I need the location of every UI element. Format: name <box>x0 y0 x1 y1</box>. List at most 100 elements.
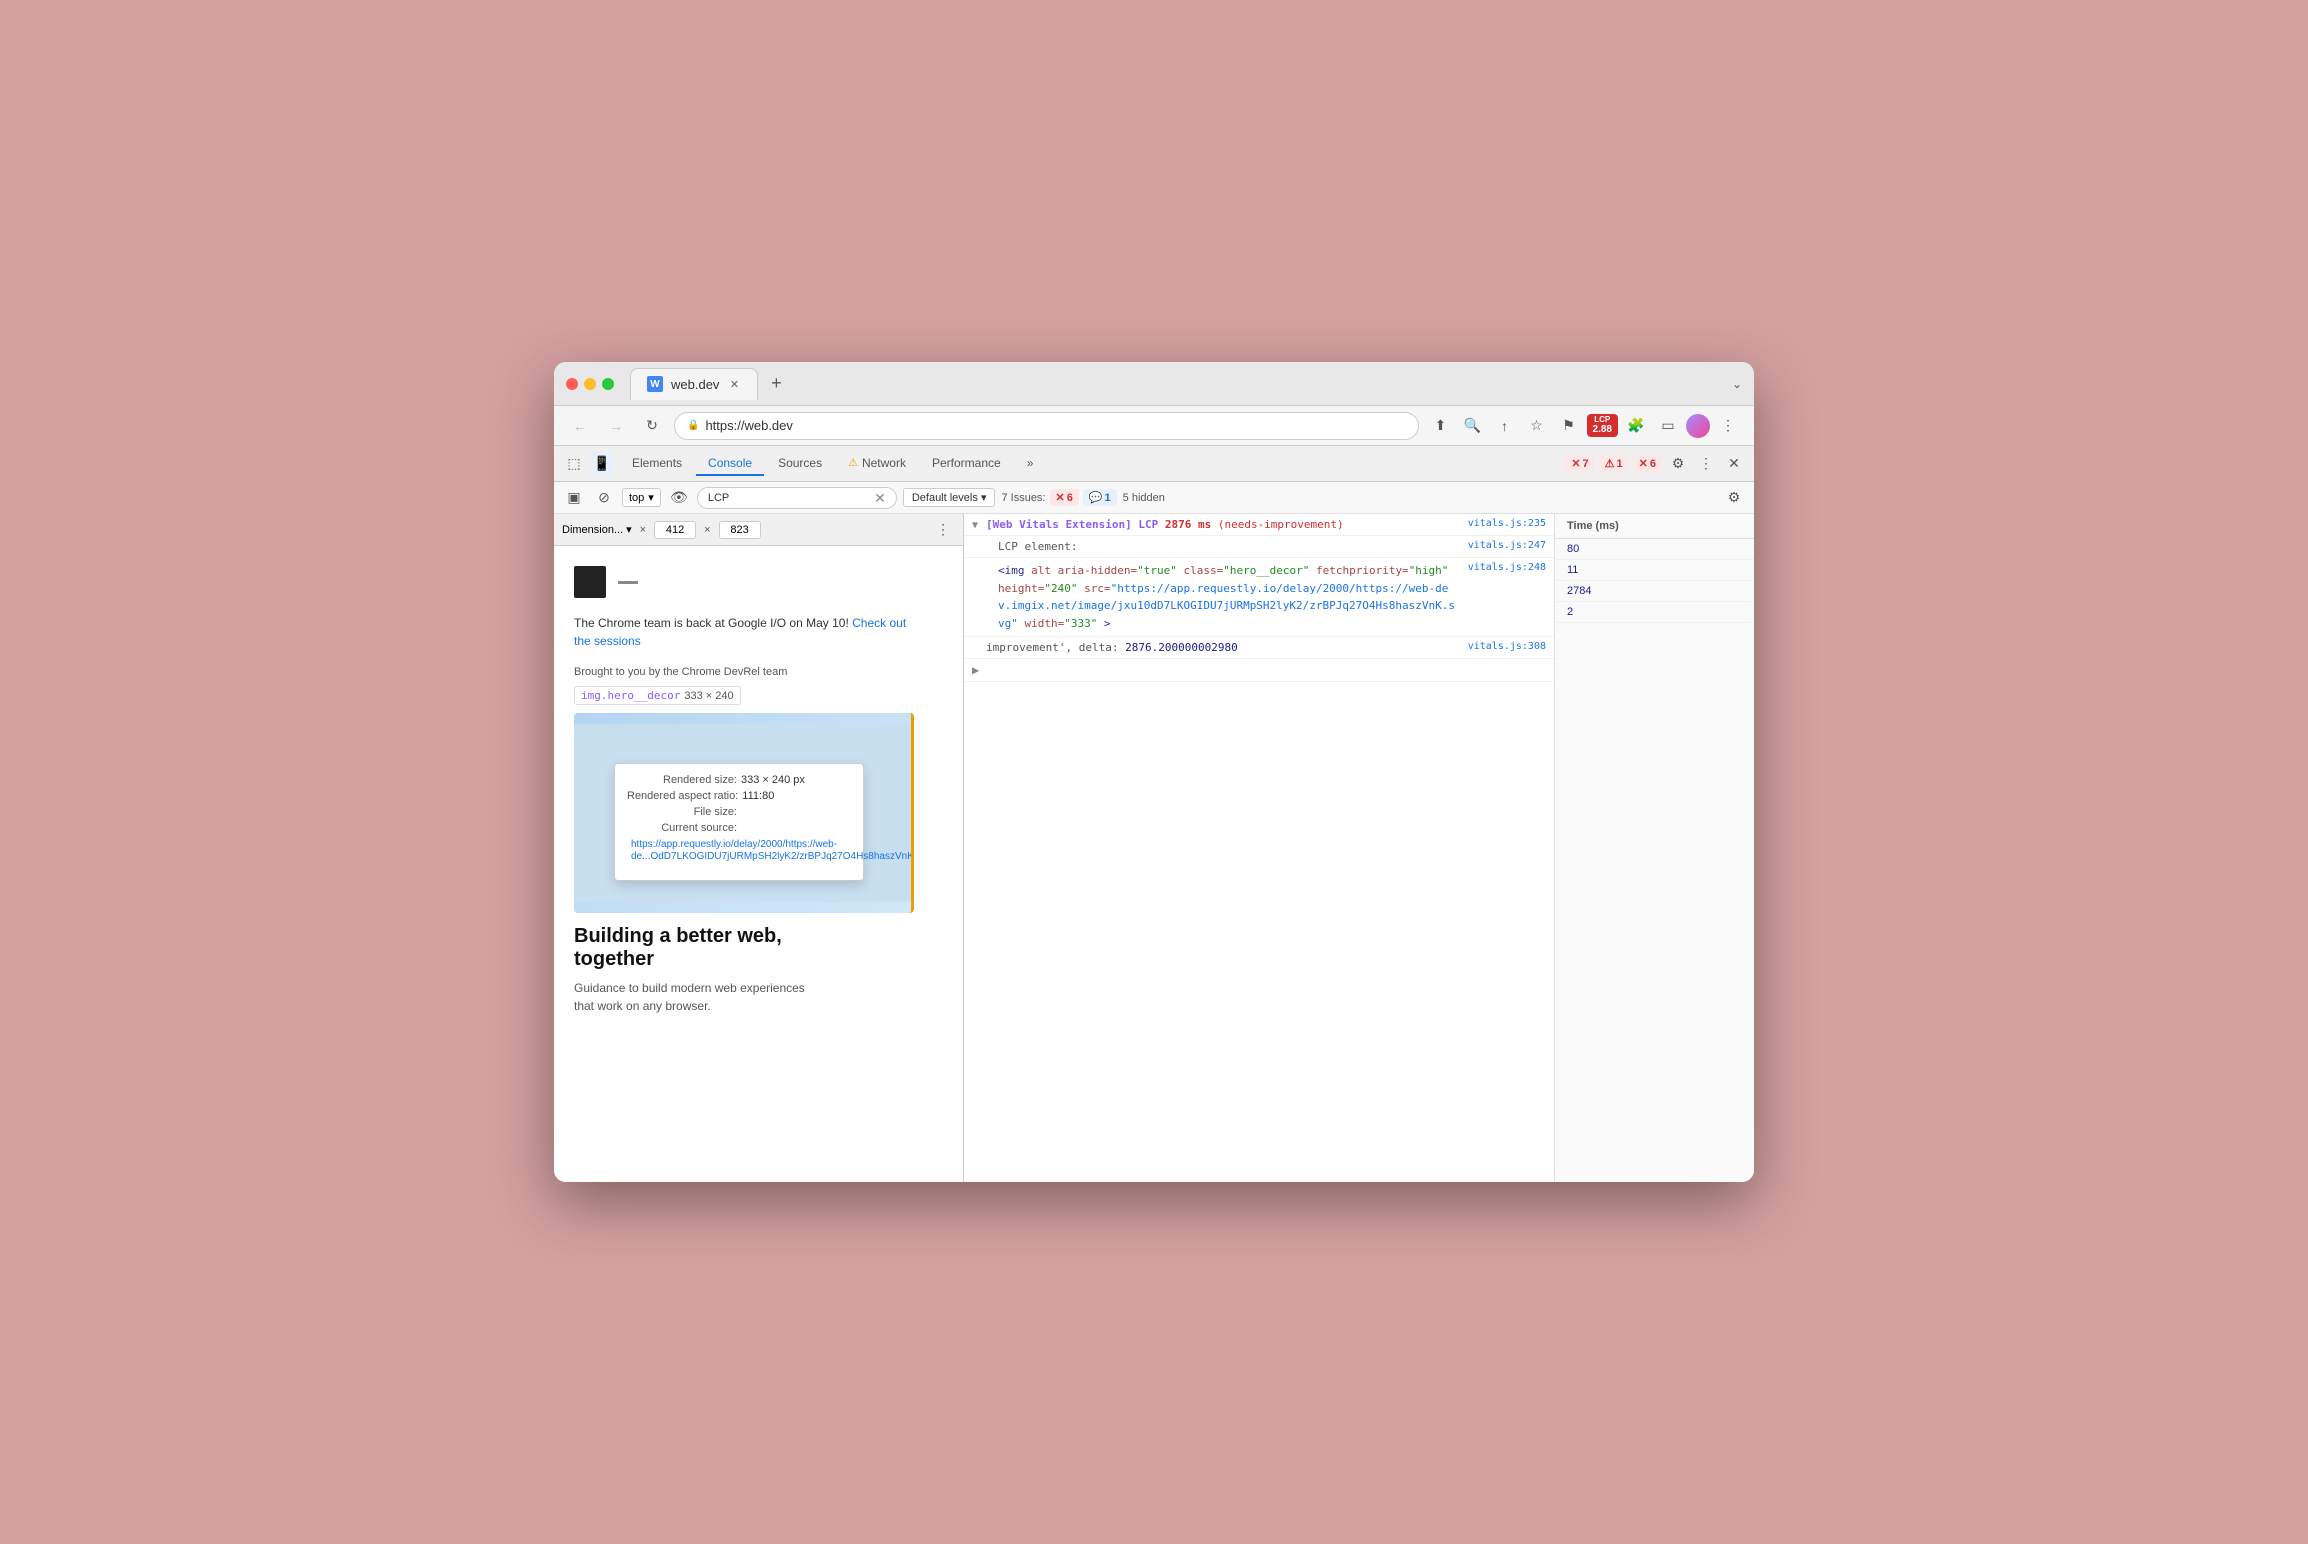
tab-more[interactable]: » <box>1015 452 1046 476</box>
devtools-close-button[interactable]: ✕ <box>1722 452 1746 476</box>
attr-height-val: "240" <box>1044 582 1084 595</box>
network-warning-icon: ⚠ <box>848 456 858 469</box>
log-content-delta: improvement', delta: 2876.200000002980 <box>986 641 1460 654</box>
levels-button[interactable]: Default levels ▾ <box>903 488 996 507</box>
tab-elements[interactable]: Elements <box>620 452 694 476</box>
time-row-4[interactable]: 2 <box>1555 602 1754 623</box>
tooltip-source-value-row: https://app.requestly.io/delay/2000/http… <box>627 838 914 862</box>
tab-close-button[interactable]: ✕ <box>727 377 741 391</box>
console-sidebar-button[interactable]: ▣ <box>562 486 586 510</box>
nav-bar: ← → ↻ 🔒 https://web.dev ⬆ 🔍 ↑ ☆ ⚑ LCP 2.… <box>554 406 1754 446</box>
sidebar-button[interactable]: ▭ <box>1654 412 1682 440</box>
share-button[interactable]: ↑ <box>1491 412 1519 440</box>
forward-button[interactable]: → <box>602 412 630 440</box>
avatar[interactable] <box>1686 414 1710 438</box>
dimension-selector[interactable]: Dimension... ▾ <box>562 523 632 536</box>
lcp-badge: LCP 2.88 <box>1587 414 1618 438</box>
tab-network[interactable]: ⚠ Network <box>836 452 918 476</box>
more-button[interactable]: ⋮ <box>1714 412 1742 440</box>
error-icon: ✕ <box>1571 457 1580 470</box>
log-entry-lcp: ▼ [Web Vitals Extension] LCP 2876 ms (ne… <box>964 514 1554 536</box>
info-icon: ✕ <box>1639 457 1648 470</box>
attr-alt: alt <box>1031 564 1058 577</box>
source-label: Current source: <box>627 822 737 834</box>
tooltip-source-row: Current source: <box>627 822 914 834</box>
browser-window: W web.dev ✕ + ⌄ ← → ↻ 🔒 https://web.dev … <box>554 362 1754 1182</box>
attr-height: height= <box>998 582 1044 595</box>
img-tag-label: img.hero__decor 333 × 240 <box>574 686 914 713</box>
traffic-lights <box>566 378 614 390</box>
page-title: Building a better web,together <box>574 925 914 971</box>
tab-title: web.dev <box>671 377 719 392</box>
minimize-button[interactable] <box>584 378 596 390</box>
log-source-308[interactable]: vitals.js:308 <box>1468 641 1546 652</box>
dim-separator-2: × <box>704 524 710 536</box>
console-stop-button[interactable]: ⊘ <box>592 486 616 510</box>
attr-class: class= <box>1184 564 1224 577</box>
new-tab-button[interactable]: + <box>762 370 790 398</box>
log-prefix: [Web Vitals Extension] LCP 2876 ms (need… <box>986 518 1344 531</box>
flag-button[interactable]: ⚑ <box>1555 412 1583 440</box>
expand-arrow[interactable]: ▶ <box>972 663 979 677</box>
filter-text: LCP <box>708 492 870 504</box>
device-toggle-button[interactable]: 📱 <box>590 452 614 476</box>
log-entry-img-tag: ▶ <img alt aria-hidden="true" class="her… <box>964 558 1554 637</box>
attr-fetchpriority-val: "high" <box>1409 564 1449 577</box>
device-content: The Chrome team is back at Google I/O on… <box>554 546 963 1182</box>
tooltip-preview: Rendered size: 333 × 240 px Rendered asp… <box>627 774 851 862</box>
console-eye-button[interactable]: 👁 <box>667 486 691 510</box>
tab-console[interactable]: Console <box>696 452 764 476</box>
aspect-ratio-label: Rendered aspect ratio: <box>627 790 738 802</box>
width-input[interactable] <box>654 521 696 539</box>
devtools-panel: ▼ [Web Vitals Extension] LCP 2876 ms (ne… <box>964 514 1754 1182</box>
url-text: https://web.dev <box>705 418 1405 433</box>
inspect-element-button[interactable]: ⬚ <box>562 452 586 476</box>
maximize-button[interactable] <box>602 378 614 390</box>
expand-icon[interactable]: ▼ <box>972 520 978 531</box>
console-settings-button[interactable]: ⚙ <box>1722 486 1746 510</box>
time-panel: Time (ms) 80 11 2784 2 <box>1554 514 1754 1182</box>
time-row-2[interactable]: 11 <box>1555 560 1754 581</box>
main-content: Dimension... ▾ × × ⋮ <box>554 514 1754 1182</box>
device-toolbar: Dimension... ▾ × × ⋮ <box>554 514 963 546</box>
time-row-3[interactable]: 2784 <box>1555 581 1754 602</box>
hidden-count: 5 hidden <box>1123 492 1165 504</box>
refresh-button[interactable]: ↻ <box>638 412 666 440</box>
browser-tab[interactable]: W web.dev ✕ <box>630 368 758 400</box>
upload-button[interactable]: ⬆ <box>1427 412 1455 440</box>
log-entry-delta: ▶ improvement', delta: 2876.200000002980… <box>964 637 1554 659</box>
devtools-more-button[interactable]: ⋮ <box>1694 452 1718 476</box>
image-tooltip: Rendered size: 333 × 240 px Rendered asp… <box>614 763 864 881</box>
attr-width: width= <box>1025 617 1065 630</box>
height-input[interactable] <box>719 521 761 539</box>
devtools-settings-button[interactable]: ⚙ <box>1666 452 1690 476</box>
notification-text: The Chrome team is back at Google I/O on… <box>574 616 849 630</box>
aspect-ratio-value: 111:80 <box>742 790 774 802</box>
issues-error-icon: ✕ <box>1056 491 1065 504</box>
search-button[interactable]: 🔍 <box>1459 412 1487 440</box>
top-dropdown[interactable]: top ▾ <box>622 488 661 507</box>
log-source-247[interactable]: vitals.js:247 <box>1468 540 1546 551</box>
console-filter[interactable]: LCP ✕ <box>697 487 897 509</box>
bookmark-button[interactable]: ☆ <box>1523 412 1551 440</box>
attr-class-val: "hero__decor" <box>1223 564 1316 577</box>
img-class-text: img.hero__decor <box>581 689 680 702</box>
tab-sources[interactable]: Sources <box>766 452 834 476</box>
attr-fetchpriority: fetchpriority= <box>1316 564 1409 577</box>
log-source-248[interactable]: vitals.js:248 <box>1468 562 1546 573</box>
lcp-needs-improvement: (needs-improvement) <box>1218 518 1344 531</box>
log-source-235[interactable]: vitals.js:235 <box>1468 518 1546 529</box>
back-button[interactable]: ← <box>566 412 594 440</box>
time-row-1[interactable]: 80 <box>1555 539 1754 560</box>
tab-favicon: W <box>647 376 663 392</box>
page-text-section: Building a better web,together Guidance … <box>574 925 914 1015</box>
device-more-button[interactable]: ⋮ <box>931 518 955 542</box>
tab-chevron-button[interactable]: ⌄ <box>1732 377 1742 391</box>
close-button[interactable] <box>566 378 578 390</box>
tooltip-file-size-row: File size: <box>627 806 914 818</box>
source-link[interactable]: https://app.requestly.io/delay/2000/http… <box>631 839 914 862</box>
extensions-button[interactable]: 🧩 <box>1622 412 1650 440</box>
tab-performance[interactable]: Performance <box>920 452 1013 476</box>
address-bar[interactable]: 🔒 https://web.dev <box>674 412 1419 440</box>
filter-clear-button[interactable]: ✕ <box>874 491 886 505</box>
